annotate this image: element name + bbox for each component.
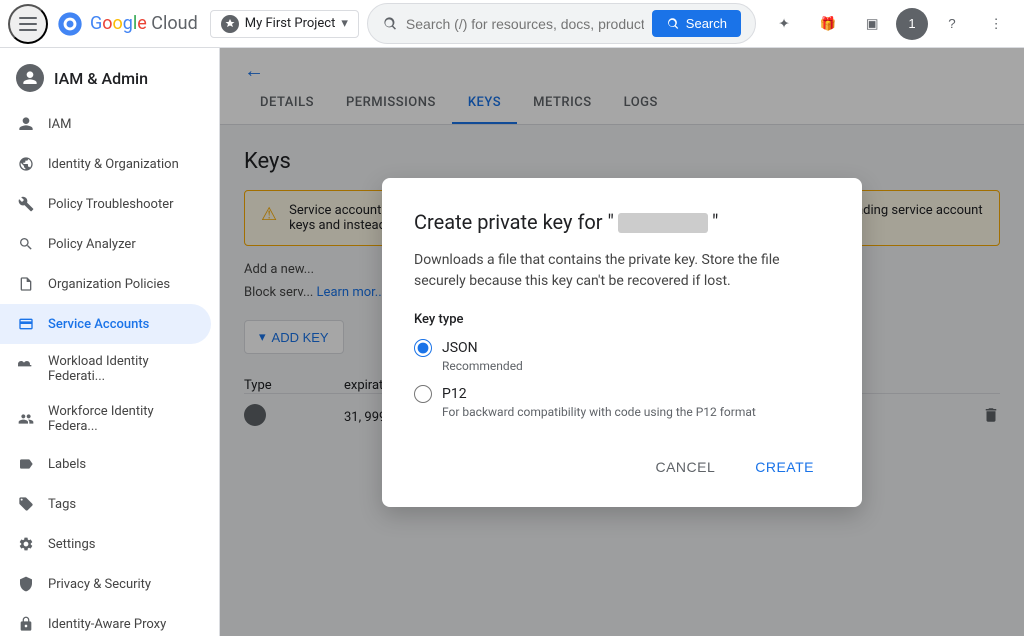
sidebar-item-privacy-security[interactable]: Privacy & Security — [0, 564, 211, 604]
chevron-down-icon: ▾ — [341, 16, 348, 31]
account-name-blurred — [618, 213, 708, 233]
search-btn-label: Search — [686, 16, 727, 31]
sidebar-item-workload-identity[interactable]: Workload Identity Federati... — [0, 344, 211, 394]
sidebar-item-policy-analyzer[interactable]: Policy Analyzer — [0, 224, 211, 264]
sidebar-item-label: Privacy & Security — [48, 577, 151, 592]
create-button[interactable]: CREATE — [739, 451, 830, 483]
dialog-title-suffix: " — [712, 210, 718, 234]
project-selector[interactable]: My First Project ▾ — [210, 10, 359, 38]
sidebar-item-label: Service Accounts — [48, 317, 149, 332]
sidebar-item-policy-troubleshooter[interactable]: Policy Troubleshooter — [0, 184, 211, 224]
lock-icon — [16, 614, 36, 634]
topbar-icons: ✦ 🎁 ▣ 1 ? ⋮ — [764, 4, 1016, 44]
project-icon — [221, 15, 239, 33]
p12-sub: For backward compatibility with code usi… — [442, 405, 830, 419]
policy-icon — [16, 274, 36, 294]
sidebar-item-label: Organization Policies — [48, 277, 170, 292]
dialog-description: Downloads a file that contains the priva… — [414, 250, 830, 292]
p12-label[interactable]: P12 — [442, 386, 467, 402]
domain-icon — [16, 154, 36, 174]
sidebar-title: IAM & Admin — [54, 69, 148, 88]
shield-icon — [16, 574, 36, 594]
people-icon — [16, 409, 36, 429]
sidebar-item-label: Tags — [48, 497, 76, 512]
logo-text: Google Cloud — [90, 13, 198, 34]
search-bar: Search — [367, 3, 756, 44]
create-key-dialog: Create private key for " " Downloads a fi… — [382, 178, 862, 507]
json-sub: Recommended — [442, 359, 830, 373]
help-icon[interactable]: ? — [932, 4, 972, 44]
sidebar-item-label: Settings — [48, 537, 95, 552]
main-layout: IAM & Admin IAM Identity & Organization … — [0, 48, 1024, 636]
search-input[interactable] — [406, 16, 644, 32]
terminal-icon[interactable]: ▣ — [852, 4, 892, 44]
key-type-radio-group: JSON Recommended P12 For backward compat… — [414, 339, 830, 419]
tag-icon — [16, 494, 36, 514]
user-avatar[interactable]: 1 — [896, 8, 928, 40]
sidebar-item-label: Workforce Identity Federa... — [48, 404, 195, 434]
sidebar-item-identity-aware-proxy[interactable]: Identity-Aware Proxy — [0, 604, 211, 636]
sidebar: IAM & Admin IAM Identity & Organization … — [0, 48, 220, 636]
modal-overlay: Create private key for " " Downloads a fi… — [220, 48, 1024, 636]
dialog-actions: CANCEL CREATE — [414, 451, 830, 483]
label-icon — [16, 454, 36, 474]
gift-icon[interactable]: 🎁 — [808, 4, 848, 44]
search-icon — [16, 234, 36, 254]
cancel-button[interactable]: CANCEL — [639, 451, 731, 483]
starred-icon[interactable]: ✦ — [764, 4, 804, 44]
sidebar-item-labels[interactable]: Labels — [0, 444, 211, 484]
dialog-title-prefix: Create private key for " — [414, 210, 614, 234]
more-options-icon[interactable]: ⋮ — [976, 4, 1016, 44]
person-icon — [16, 114, 36, 134]
sidebar-item-service-accounts[interactable]: Service Accounts — [0, 304, 211, 344]
sidebar-item-label: Identity & Organization — [48, 157, 179, 172]
project-name: My First Project — [245, 16, 336, 31]
main-content: ← DETAILS PERMISSIONS KEYS METRICS LOGS … — [220, 48, 1024, 636]
json-label[interactable]: JSON — [442, 340, 478, 356]
search-button[interactable]: Search — [652, 10, 741, 37]
sidebar-item-iam[interactable]: IAM — [0, 104, 211, 144]
work-icon — [16, 359, 36, 379]
sidebar-item-label: IAM — [48, 117, 71, 132]
topbar: Google Cloud My First Project ▾ Search ✦… — [0, 0, 1024, 48]
sidebar-item-tags[interactable]: Tags — [0, 484, 211, 524]
sidebar-item-settings[interactable]: Settings — [0, 524, 211, 564]
gear-icon — [16, 534, 36, 554]
sidebar-item-org-policies[interactable]: Organization Policies — [0, 264, 211, 304]
hamburger-menu[interactable] — [8, 4, 48, 44]
p12-radio[interactable] — [414, 385, 432, 403]
sidebar-header: IAM & Admin — [0, 48, 219, 104]
iam-admin-icon — [16, 64, 44, 92]
sidebar-item-label: Identity-Aware Proxy — [48, 617, 166, 632]
account-icon — [16, 314, 36, 334]
json-option: JSON Recommended — [414, 339, 830, 373]
sidebar-item-workforce-identity[interactable]: Workforce Identity Federa... — [0, 394, 211, 444]
json-radio[interactable] — [414, 339, 432, 357]
sidebar-item-label: Labels — [48, 457, 86, 472]
sidebar-item-label: Workload Identity Federati... — [48, 354, 195, 384]
google-cloud-logo[interactable]: Google Cloud — [56, 10, 198, 38]
sidebar-item-label: Policy Analyzer — [48, 237, 136, 252]
dialog-title: Create private key for " " — [414, 210, 830, 234]
sidebar-item-label: Policy Troubleshooter — [48, 197, 174, 212]
sidebar-item-identity-org[interactable]: Identity & Organization — [0, 144, 211, 184]
key-type-label: Key type — [414, 312, 830, 327]
search-icon — [382, 16, 398, 32]
p12-option: P12 For backward compatibility with code… — [414, 385, 830, 419]
wrench-icon — [16, 194, 36, 214]
